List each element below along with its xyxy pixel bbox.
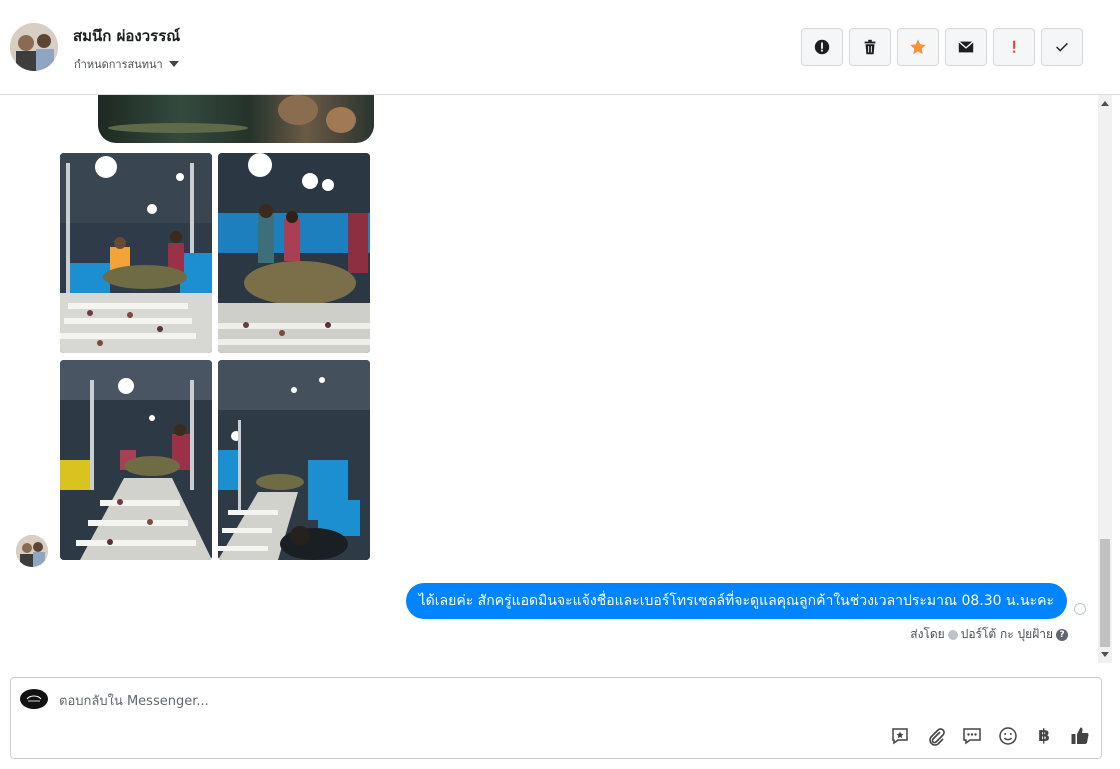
scroll-up-arrow-icon[interactable] <box>1101 101 1109 106</box>
photo-sorting-line-1[interactable] <box>60 153 212 353</box>
message-thread: ได้เลยค่ะ สักครู่แอดมินจะแจ้งชื่อและเบอร… <box>0 95 1098 663</box>
envelope-icon <box>958 41 974 53</box>
reply-composer: ฿ <box>10 677 1102 759</box>
photo-grid <box>60 153 370 560</box>
delete-button[interactable] <box>849 28 891 66</box>
check-icon <box>1056 42 1068 52</box>
message-image-previous[interactable] <box>98 95 374 143</box>
photo-sorting-line-4[interactable] <box>218 360 370 560</box>
page-avatar <box>20 689 48 709</box>
composer-tools: ฿ <box>889 725 1091 747</box>
alert-circle-icon <box>814 39 830 55</box>
chat-dots-icon <box>963 728 981 745</box>
assign-label: กำหนดการสนทนา <box>74 58 163 71</box>
star-button[interactable] <box>897 28 939 66</box>
sent-by-prefix: ส่งโดย <box>910 627 945 641</box>
contact-avatar-small <box>16 535 48 567</box>
mark-done-button[interactable] <box>1041 28 1083 66</box>
seen-status-icon <box>1074 603 1086 615</box>
thumbs-up-icon <box>1071 727 1089 744</box>
contact-avatar[interactable] <box>10 23 58 71</box>
photo-sorting-line-2[interactable] <box>218 153 370 353</box>
paperclip-icon <box>929 728 945 746</box>
conversation-header: สมนึก ผ่องวรรณ์ กำหนดการสนทนา <box>0 0 1120 95</box>
trash-icon <box>864 39 876 55</box>
caret-down-icon <box>168 61 179 67</box>
help-icon[interactable]: ? <box>1056 628 1068 641</box>
quick-replies-button[interactable] <box>961 725 983 747</box>
photo-sorting-line-3[interactable] <box>60 360 212 560</box>
contact-name[interactable]: สมนึก ผ่องวรรณ์ <box>73 24 180 48</box>
payment-button[interactable]: ฿ <box>1033 725 1055 747</box>
reply-input[interactable] <box>59 690 859 712</box>
smiley-icon <box>999 727 1017 745</box>
like-button[interactable] <box>1069 725 1091 747</box>
sent-by-info: ส่งโดย ปอร์โต้ กะ ปุยฝ้าย ? <box>910 625 1068 644</box>
header-actions <box>801 28 1083 66</box>
scroll-down-arrow-icon[interactable] <box>1101 652 1109 657</box>
star-icon <box>910 39 926 55</box>
verified-dot-icon <box>947 629 958 640</box>
follow-up-button[interactable] <box>993 28 1035 66</box>
spam-button[interactable] <box>801 28 843 66</box>
exclamation-icon <box>1013 40 1016 53</box>
outgoing-message-bubble[interactable]: ได้เลยค่ะ สักครู่แอดมินจะแจ้งชื่อและเบอร… <box>405 583 1067 619</box>
saved-reply-icon <box>892 728 908 745</box>
emoji-button[interactable] <box>997 725 1019 747</box>
assign-conversation-dropdown[interactable]: กำหนดการสนทนา <box>74 55 179 73</box>
sent-by-name: ปอร์โต้ กะ ปุยฝ้าย <box>960 627 1053 641</box>
mark-unread-button[interactable] <box>945 28 987 66</box>
thread-scrollbar[interactable] <box>1098 95 1112 663</box>
attach-button[interactable] <box>925 725 947 747</box>
scrollbar-thumb[interactable] <box>1100 539 1110 647</box>
saved-reply-button[interactable] <box>889 725 911 747</box>
